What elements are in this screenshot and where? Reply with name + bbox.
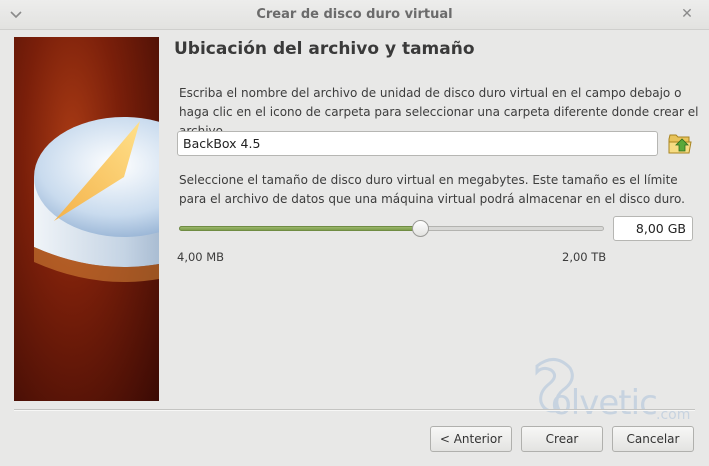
cancel-button[interactable]: Cancelar: [612, 426, 694, 452]
file-name-input[interactable]: BackBox 4.5: [177, 131, 658, 156]
window-titlebar: Crear de disco duro virtual ✕: [0, 0, 709, 30]
size-slider-fill: [179, 226, 422, 231]
window-title: Crear de disco duro virtual: [256, 7, 453, 22]
size-value-input[interactable]: 8,00 GB: [613, 216, 693, 241]
watermark-text: olvetic: [551, 383, 658, 423]
close-icon[interactable]: ✕: [679, 6, 695, 22]
slider-max-label: 2,00 TB: [562, 250, 607, 264]
size-slider-handle[interactable]: [412, 220, 430, 237]
button-separator: [14, 409, 695, 411]
size-description: Seleccione el tamaño de disco duro virtu…: [179, 173, 685, 206]
folder-open-icon[interactable]: [667, 131, 693, 157]
page-title: Ubicación del archivo y tamaño: [174, 39, 475, 59]
slider-min-label: 4,00 MB: [177, 250, 225, 264]
disk-banner-image: [14, 37, 159, 401]
back-button[interactable]: < Anterior: [430, 426, 512, 452]
create-button[interactable]: Crear: [521, 426, 603, 452]
